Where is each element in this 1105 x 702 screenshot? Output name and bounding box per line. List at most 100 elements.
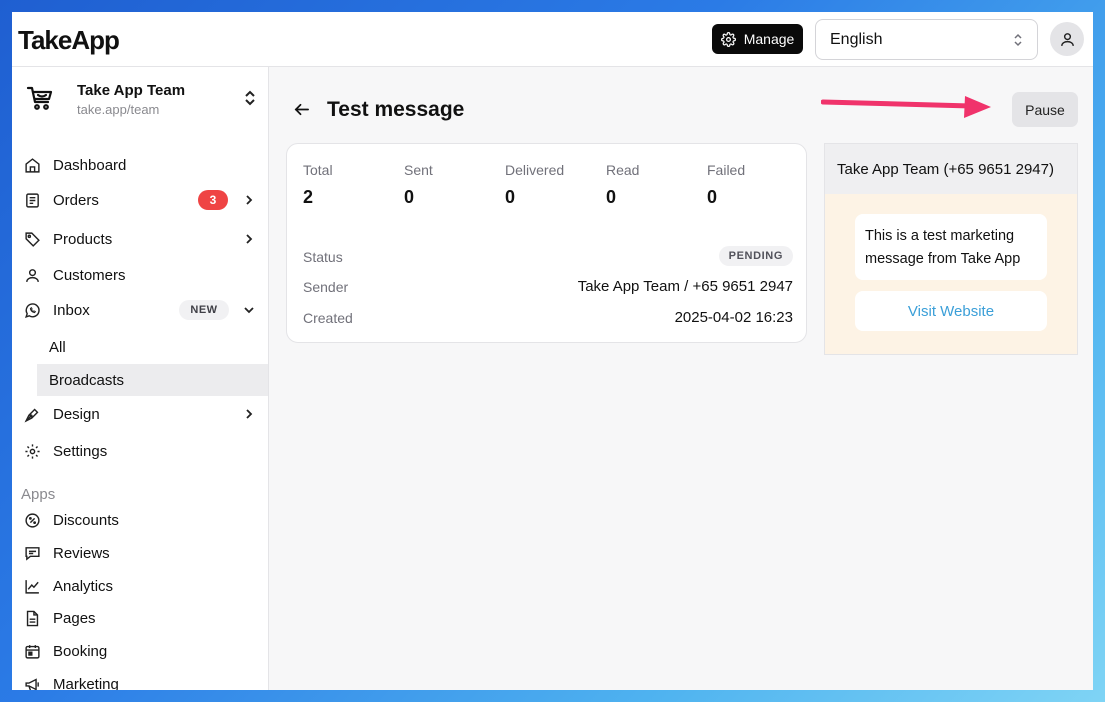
chevron-right-icon — [246, 234, 253, 244]
sidebar-item-label: Booking — [53, 642, 108, 660]
visit-website-button[interactable]: Visit Website — [855, 291, 1047, 331]
sidebar-item-products[interactable]: Products — [12, 223, 268, 255]
chevron-right-icon — [246, 195, 253, 205]
pause-button[interactable]: Pause — [1012, 92, 1078, 127]
gear-icon — [25, 443, 40, 459]
pen-icon — [24, 408, 39, 422]
team-switcher[interactable]: Take App Team take.app/team — [12, 67, 268, 133]
user-icon — [26, 268, 39, 282]
stat-read: Read 0 — [606, 162, 706, 208]
team-name: Take App Team — [77, 82, 186, 99]
top-bar: TakeApp Manage English — [12, 12, 1093, 67]
whatsapp-icon — [25, 302, 40, 318]
sidebar-subitem-label: All — [49, 338, 66, 356]
sidebar-item-label: Orders — [53, 191, 99, 209]
stat-label: Read — [606, 162, 640, 178]
manage-button[interactable]: Manage — [712, 24, 803, 54]
sidebar-item-orders[interactable]: Orders 3 — [12, 184, 268, 216]
sidebar-subitem-broadcasts[interactable]: Broadcasts — [37, 364, 268, 396]
sidebar-item-booking[interactable]: Booking — [12, 635, 268, 667]
sidebar-item-label: Analytics — [53, 577, 114, 595]
chevron-down-icon — [244, 307, 254, 314]
stat-failed: Failed 0 — [707, 162, 807, 208]
sidebar-item-label: Discounts — [53, 511, 119, 529]
sidebar-subitem-all[interactable]: All — [37, 331, 268, 363]
tag-icon — [25, 231, 40, 247]
sidebar-item-label: Marketing — [53, 675, 119, 691]
sidebar-item-discounts[interactable]: Discounts — [12, 504, 268, 536]
chevron-right-icon — [246, 409, 253, 419]
stat-value: 0 — [505, 187, 516, 207]
stat-label: Delivered — [505, 162, 565, 178]
stats-card: Total 2 Sent 0 Delivered 0 Read 0 Failed… — [286, 143, 807, 343]
sidebar-item-label: Dashboard — [53, 156, 127, 174]
stat-value: 0 — [404, 187, 415, 207]
stat-delivered: Delivered 0 — [505, 162, 605, 208]
megaphone-icon — [25, 677, 39, 690]
message-bubble: This is a test marketing message from Ta… — [855, 214, 1047, 280]
created-row: Created 2025-04-02 16:23 — [303, 307, 793, 329]
home-icon — [25, 157, 40, 173]
stat-label: Total — [303, 162, 333, 178]
status-label: Status — [303, 249, 343, 265]
created-label: Created — [303, 310, 353, 326]
stat-value: 0 — [707, 187, 718, 207]
calendar-icon — [25, 644, 40, 659]
user-avatar-button[interactable] — [1050, 22, 1084, 56]
app-window: TakeApp Manage English Take App Team tak… — [12, 12, 1093, 690]
sidebar-item-design[interactable]: Design — [12, 398, 268, 430]
sidebar: Take App Team take.app/team Dashboard Or… — [12, 67, 269, 690]
sidebar-item-analytics[interactable]: Analytics — [12, 570, 268, 602]
sidebar-item-label: Customers — [53, 266, 126, 284]
message-icon — [25, 546, 40, 561]
apps-section-label: Apps — [21, 486, 56, 503]
sidebar-item-pages[interactable]: Pages — [12, 602, 268, 634]
stat-sent: Sent 0 — [404, 162, 504, 208]
sender-label: Sender — [303, 279, 349, 295]
main-content: Test message Pause Total 2 Sent 0 Delive… — [269, 67, 1093, 690]
page-icon — [26, 610, 39, 626]
sidebar-item-label: Pages — [53, 609, 96, 627]
sidebar-item-label: Reviews — [53, 544, 110, 562]
sender-row: Sender Take App Team / +65 9651 2947 — [303, 276, 793, 298]
stat-value: 0 — [606, 187, 617, 207]
orders-icon — [26, 192, 39, 208]
chevron-updown-icon — [1014, 33, 1022, 46]
stat-label: Sent — [404, 162, 433, 178]
sidebar-item-label: Settings — [53, 442, 108, 460]
discount-icon — [25, 512, 40, 528]
sidebar-item-inbox[interactable]: Inbox NEW — [12, 294, 268, 326]
cart-logo-icon — [26, 86, 53, 110]
back-arrow-icon[interactable] — [293, 101, 310, 118]
sidebar-item-label: Products — [53, 230, 113, 248]
chart-icon — [25, 579, 39, 594]
gear-icon — [720, 31, 736, 47]
language-value: English — [830, 30, 883, 48]
status-badge: PENDING — [718, 246, 793, 266]
stat-label: Failed — [707, 162, 746, 178]
sidebar-subitem-label: Broadcasts — [49, 371, 125, 389]
sidebar-item-customers[interactable]: Customers — [12, 259, 268, 291]
sidebar-item-reviews[interactable]: Reviews — [12, 537, 268, 569]
preview-header: Take App Team (+65 9651 2947) — [825, 144, 1077, 194]
sidebar-item-dashboard[interactable]: Dashboard — [12, 149, 268, 181]
status-row: Status PENDING — [303, 246, 793, 268]
page-title: Test message — [327, 98, 465, 121]
sidebar-item-label: Design — [53, 405, 100, 423]
sidebar-item-label: Inbox — [53, 301, 90, 319]
stat-total: Total 2 — [303, 162, 403, 208]
sidebar-item-marketing[interactable]: Marketing — [12, 668, 268, 690]
manage-label: Manage — [743, 31, 795, 47]
orders-count-badge: 3 — [198, 190, 228, 210]
chevron-updown-icon — [245, 90, 255, 106]
stat-value: 2 — [303, 187, 314, 207]
sender-value: Take App Team / +65 9651 2947 — [577, 278, 793, 295]
language-select[interactable]: English — [815, 19, 1038, 60]
new-badge: NEW — [179, 300, 229, 320]
team-url: take.app/team — [77, 102, 160, 117]
annotation-arrow-icon — [821, 96, 991, 118]
sidebar-item-settings[interactable]: Settings — [12, 435, 268, 467]
user-icon — [1060, 32, 1074, 46]
app-logo[interactable]: TakeApp — [18, 25, 120, 56]
message-preview: Take App Team (+65 9651 2947) This is a … — [824, 143, 1078, 355]
